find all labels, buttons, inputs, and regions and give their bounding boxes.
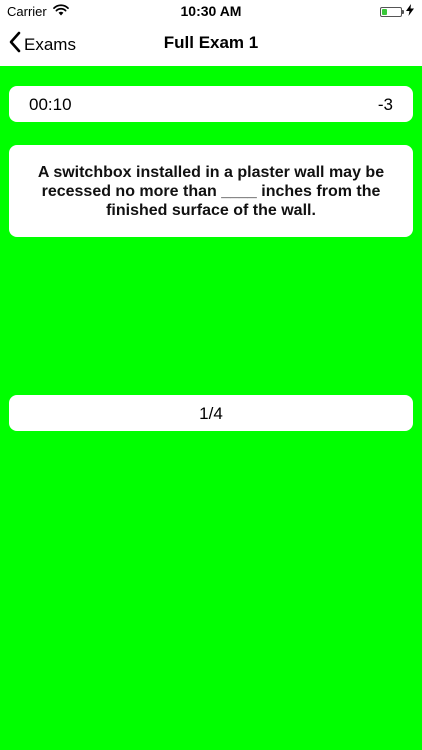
navigation-bar: Exams Full Exam 1 [0, 22, 422, 66]
battery-icon [380, 6, 404, 17]
status-right [380, 4, 414, 19]
charging-bolt-icon [406, 4, 414, 19]
exam-content: 00:10 -3 A switchbox installed in a plas… [0, 66, 422, 750]
progress-indicator[interactable]: 1/4 [9, 395, 413, 431]
page-title: Full Exam 1 [163, 33, 259, 52]
status-time: 10:30 AM [180, 3, 242, 19]
status-bar: Carrier 10:30 AM [0, 0, 422, 22]
timer-bar: 00:10 -3 [9, 86, 413, 122]
score-label: -3 [377, 95, 393, 114]
question-card: A switchbox installed in a plaster wall … [9, 145, 413, 237]
timer-label: 00:10 [29, 95, 72, 114]
question-text: A switchbox installed in a plaster wall … [37, 163, 385, 219]
battery-level [382, 8, 387, 15]
